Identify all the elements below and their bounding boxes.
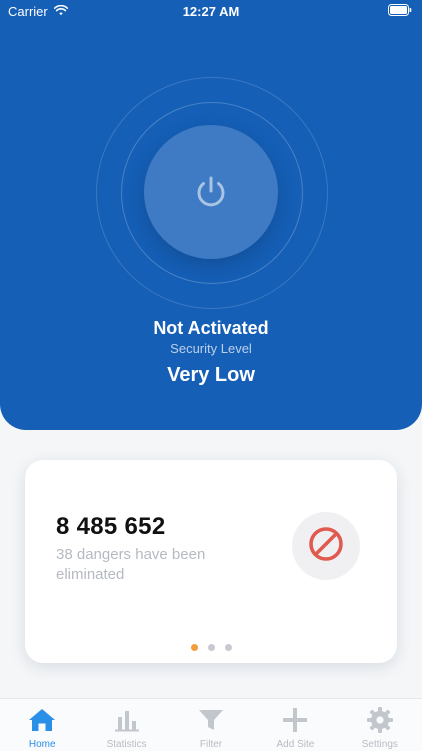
tab-add-site[interactable]: Add Site <box>253 699 337 751</box>
bar-chart-icon <box>113 707 141 733</box>
page-dot-1[interactable] <box>190 644 198 651</box>
plus-icon <box>281 707 309 733</box>
blocked-icon <box>307 525 345 568</box>
power-rings <box>96 77 328 309</box>
tab-bar: Home Statistics Filter Add Site Settings <box>0 698 422 751</box>
security-level-value: Very Low <box>167 364 255 386</box>
power-button[interactable] <box>144 125 278 259</box>
tab-filter[interactable]: Filter <box>169 699 253 751</box>
dangers-count: 8 485 652 <box>56 513 166 540</box>
status-bar: Carrier 12:27 AM <box>0 0 422 24</box>
dangers-card[interactable]: 8 485 652 38 dangers have been eliminate… <box>25 460 397 663</box>
battery-icon <box>388 4 412 19</box>
dangers-caption: 38 dangers have been eliminated <box>56 546 206 583</box>
clock: 12:27 AM <box>182 4 240 19</box>
activation-panel: Carrier 12:27 AM Not Activated Security … <box>0 0 422 430</box>
page-indicator[interactable] <box>25 644 397 651</box>
tab-statistics-label: Statistics <box>106 739 147 750</box>
tab-home[interactable]: Home <box>0 699 84 751</box>
tab-home-label: Home <box>28 739 56 750</box>
gear-icon <box>366 707 394 733</box>
security-level-label: Security Level <box>170 341 252 356</box>
filter-icon <box>197 707 225 733</box>
blocked-badge <box>292 512 360 580</box>
activation-status: Not Activated <box>153 318 269 338</box>
page-dot-2[interactable] <box>207 644 215 651</box>
page-dot-3[interactable] <box>224 644 232 651</box>
tab-statistics[interactable]: Statistics <box>84 699 168 751</box>
power-icon <box>191 172 231 212</box>
tab-add-site-label: Add Site <box>276 739 315 750</box>
tab-settings-label: Settings <box>361 739 398 750</box>
tab-filter-label: Filter <box>199 739 223 750</box>
home-icon <box>28 707 56 733</box>
tab-settings[interactable]: Settings <box>338 699 422 751</box>
protection-status: Not Activated Security Level Very Low <box>0 318 422 387</box>
